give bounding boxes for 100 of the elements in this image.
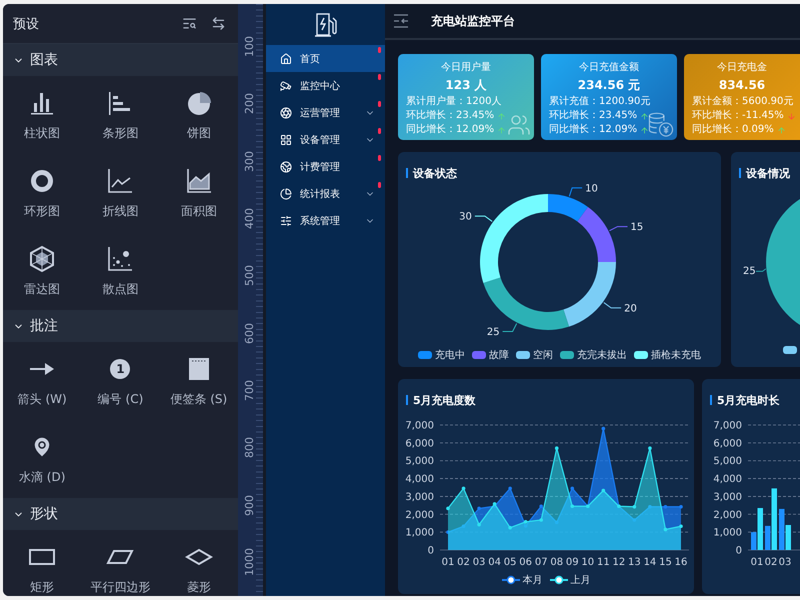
aperture-icon [280,106,292,118]
axis-label: 1,000 [405,528,434,539]
nav-item[interactable]: 计费管理 [266,153,385,180]
section-header[interactable]: 图表 [3,44,238,76]
axis-label: 5,000 [713,456,742,468]
axis-label: 12 [612,557,626,568]
axis-label: 16 [674,557,688,568]
data-point [554,520,559,524]
card-stat: 累计用户量：1200人 [406,95,502,109]
legend-item[interactable]: 充电中 [418,348,465,362]
section-header[interactable]: 批注 [3,310,238,342]
legend-marker-icon [550,575,568,585]
tool-item[interactable]: 条形图 [81,76,160,154]
axis-label: 2,000 [713,510,742,521]
search-list-button[interactable] [182,16,197,31]
number-badge: 1 [110,359,130,379]
tool-item[interactable]: 雷达图 [3,232,82,310]
data-label: 25 [486,327,500,338]
card-stat: 环比增长：23.45% [549,109,638,123]
data-point [446,506,450,510]
ruler-label: 400 [243,208,256,230]
ruler-label: 1000 [243,548,256,576]
tool-item[interactable]: 菱形 [160,530,238,596]
section-header[interactable]: 形状 [3,498,238,530]
card-title: 今日用户量 [440,61,492,74]
legend-item[interactable]: 空闲 [516,348,553,362]
pie-chart-icon [280,188,292,200]
tool-item[interactable]: 平行四边形 [81,530,160,596]
legend-item[interactable]: 上月 [550,573,590,587]
tool-item[interactable]: 便签条 (S) [160,342,238,420]
axis-label: 01 [750,557,764,568]
panel-title: 预设 [13,16,40,32]
tool-item[interactable]: 1 编号 (C) [81,342,160,420]
radar-chart-icon [28,245,56,273]
panel-title: 5月充电度数 [413,392,476,408]
axis-label: 06 [519,557,532,568]
coins-icon [648,112,674,137]
nav-item[interactable]: 统计报表 [266,180,385,207]
axis-label: 1,000 [713,528,742,539]
legend-item[interactable]: 充完未拔出 [560,348,627,362]
legend-item[interactable]: 插枪未充电 [634,348,701,362]
collapse-menu-icon[interactable] [393,14,409,28]
home-icon [280,52,292,64]
ruler-label: 600 [243,322,256,344]
tool-item[interactable]: 面积图 [160,154,238,232]
card-value: 234.56 元 [576,77,642,93]
data-point [602,426,606,430]
card-stat: 同比增长：0.09% [692,123,774,137]
axis-label: 5,000 [405,456,434,468]
tool-item[interactable]: 折线图 [81,154,160,232]
nav-item[interactable]: 系统管理 [266,207,385,234]
data-point [632,504,636,509]
data-point [570,486,574,490]
tool-item[interactable]: 饼图 [160,76,238,154]
card-title: 今日充电金 [716,61,768,74]
tool-item[interactable]: 箭头 (W) [3,342,82,420]
card-title: 今日充值金额 [578,61,640,74]
leader-line [502,322,518,332]
data-point [570,504,574,508]
data-point [477,506,481,510]
panel-title: 5月充电时长 [717,392,780,408]
nav-item[interactable]: 设备管理 [266,126,385,153]
axis-label: 0 [428,546,434,556]
leader-line [474,216,493,222]
nav-item[interactable]: 首页 [266,45,385,72]
axis-label: 2,000 [405,510,434,521]
tool-item[interactable]: 水滴 (D) [3,420,82,498]
tool-item[interactable]: 环形图 [3,154,82,232]
nav-item[interactable]: 运营管理 [266,99,385,126]
data-label: 25 [743,266,756,276]
users-icon [507,113,531,137]
ruler-label: 900 [243,494,256,516]
card-value: 123 人 [444,77,488,93]
swap-button[interactable] [211,16,226,31]
axis-label: 01 [442,557,454,568]
axis-label: 3,000 [405,492,434,503]
tool-item[interactable]: 矩形 [3,530,82,596]
sliders-icon [280,214,292,226]
axis-label: 6,000 [405,438,434,450]
nav-item[interactable]: 监控中心 [266,72,385,99]
data-point [539,518,543,522]
data-point [508,486,512,490]
tool-item[interactable]: 柱状图 [3,76,82,154]
cctv-icon [280,80,292,92]
ruler-label: 800 [243,437,256,458]
legend-item[interactable]: 故障 [472,348,509,362]
ruler-label: 100 [243,36,256,58]
ruler-label: 500 [243,265,256,286]
tool-item[interactable]: 散点图 [81,232,160,310]
charging-pump-icon [314,12,338,38]
card-stat: 同比增长：12.09% [406,123,494,137]
data-point [554,446,559,450]
data-point [664,504,668,509]
legend-item[interactable]: 本月 [502,573,542,587]
axis-label: 15 [659,557,672,568]
data-point [462,524,466,528]
legend-marker-icon [502,575,520,585]
leader-line [608,226,628,232]
data-point [446,530,450,534]
axis-label: 3,000 [713,492,742,503]
